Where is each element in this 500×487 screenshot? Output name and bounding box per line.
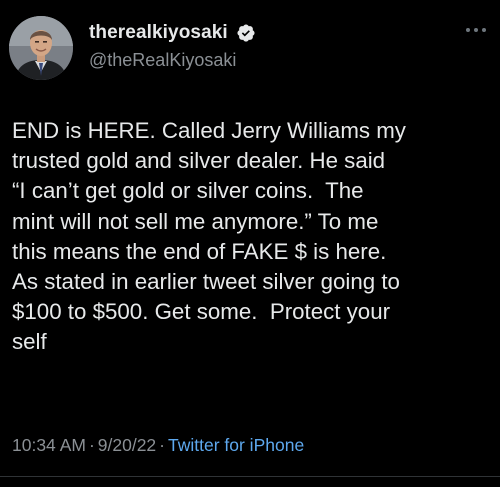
tweet-time[interactable]: 10:34 AM [12, 435, 86, 455]
tweet-text: END is HERE. Called Jerry Williams my tr… [12, 118, 406, 355]
avatar[interactable] [9, 16, 73, 80]
verified-badge-icon [237, 24, 255, 42]
meta-separator: · [88, 435, 95, 455]
divider [0, 476, 500, 477]
display-name[interactable]: therealkiyosaki [89, 22, 228, 44]
tweet-source-link[interactable]: Twitter for iPhone [168, 435, 304, 455]
meta-separator: · [159, 435, 165, 455]
tweet-card: therealkiyosaki @theRealKiyosaki END is … [0, 0, 500, 487]
tweet-metadata: 10:34 AM · 9/20/22 · Twitter for iPhone [12, 435, 304, 456]
more-options-icon[interactable] [466, 26, 488, 34]
profile-photo-icon [9, 16, 73, 80]
user-info: therealkiyosaki @theRealKiyosaki [89, 22, 256, 71]
user-handle[interactable]: @theRealKiyosaki [89, 50, 256, 71]
tweet-date[interactable]: 9/20/22 [98, 435, 156, 455]
